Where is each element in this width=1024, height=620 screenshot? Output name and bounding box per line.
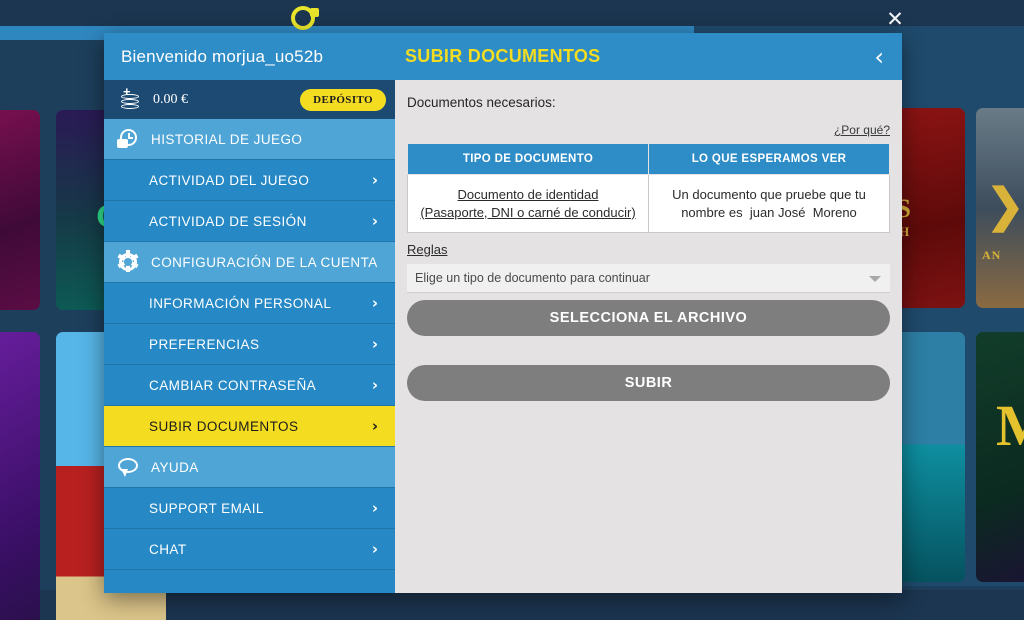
sidebar-item-informacion-personal[interactable]: INFORMACIÓN PERSONAL› (104, 283, 395, 324)
chevron-right-icon: › (372, 419, 378, 434)
game-tile[interactable]: ❯ AN (976, 108, 1024, 308)
sidebar-item-ayuda[interactable]: AYUDA (104, 447, 395, 488)
balance-row: + 0.00 € DEPÓSITO (104, 80, 395, 119)
sidebar-item-cambiar-contrasena[interactable]: CAMBIAR CONTRASEÑA› (104, 365, 395, 406)
chevron-right-icon: › (372, 296, 378, 311)
chevron-right-icon: › (372, 501, 378, 516)
sidebar-item-subir-documentos[interactable]: SUBIR DOCUMENTOS› (104, 406, 395, 447)
page-title: SUBIR DOCUMENTOS (405, 46, 874, 67)
account-modal: Bienvenido morjua_uo52b + 0.00 € DEPÓSIT… (104, 33, 902, 593)
sidebar-item-label: ACTIVIDAD DEL JUEGO (149, 173, 372, 188)
document-type-select-wrapper: Elige un tipo de documento para continua… (407, 264, 890, 293)
sidebar-item-label: SUPPORT EMAIL (149, 501, 372, 516)
welcome-message: Bienvenido morjua_uo52b (104, 33, 395, 80)
close-icon[interactable]: ✕ (884, 8, 906, 30)
upload-documents-panel: SUBIR DOCUMENTOS ‹ Documentos necesarios… (395, 33, 902, 593)
sidebar-item-support-email[interactable]: SUPPORT EMAIL› (104, 488, 395, 529)
sidebar-item-historial-de-juego[interactable]: HISTORIAL DE JUEGO (104, 119, 395, 160)
table-row: Documento de identidad(Pasaporte, DNI o … (408, 175, 890, 233)
sidebar-item-preferencias[interactable]: PREFERENCIAS› (104, 324, 395, 365)
column-header-what-we-expect: LO QUE ESPERAMOS VER (649, 144, 890, 175)
required-documents-table: TIPO DE DOCUMENTO LO QUE ESPERAMOS VER D… (407, 143, 890, 233)
game-tile[interactable]: E (0, 110, 40, 310)
cell-what-we-expect: Un documento que pruebe que tunombre es … (649, 175, 890, 233)
sidebar-item-actividad-del-juego[interactable]: ACTIVIDAD DEL JUEGO› (104, 160, 395, 201)
sidebar-item-label: ACTIVIDAD DE SESIÓN (149, 214, 372, 229)
game-tile[interactable] (0, 332, 40, 620)
column-header-document-type: TIPO DE DOCUMENTO (408, 144, 649, 175)
chevron-right-icon: › (372, 378, 378, 393)
panel-body: Documentos necesarios: ¿Por qué? TIPO DE… (395, 80, 902, 401)
sidebar-item-chat[interactable]: CHAT› (104, 529, 395, 570)
chevron-right-icon: › (372, 542, 378, 557)
sidebar-item-label: SUBIR DOCUMENTOS (149, 419, 372, 434)
chevron-right-icon: › (372, 337, 378, 352)
account-sidebar: Bienvenido morjua_uo52b + 0.00 € DEPÓSIT… (104, 33, 395, 593)
sidebar-item-configuracion-de-la-cuenta[interactable]: CONFIGURACIÓN DE LA CUENTA (104, 242, 395, 283)
casino-logo-dot-icon (310, 8, 319, 17)
table-header-row: TIPO DE DOCUMENTO LO QUE ESPERAMOS VER (408, 144, 890, 175)
sidebar-item-label: HISTORIAL DE JUEGO (151, 132, 395, 147)
sidebar-item-label: CONFIGURACIÓN DE LA CUENTA (151, 255, 395, 270)
rules-link[interactable]: Reglas (407, 242, 447, 257)
site-topbar (0, 0, 1024, 26)
sidebar-item-label: INFORMACIÓN PERSONAL (149, 296, 372, 311)
select-file-button[interactable]: SELECCIONA EL ARCHIVO (407, 300, 890, 336)
document-type-select[interactable]: Elige un tipo de documento para continua… (407, 264, 890, 293)
game-tile[interactable]: M (976, 332, 1024, 582)
sidebar-item-label: AYUDA (151, 460, 395, 475)
sidebar-item-label: CHAT (149, 542, 372, 557)
cell-document-type: Documento de identidad(Pasaporte, DNI o … (408, 175, 649, 233)
documents-required-label: Documentos necesarios: (407, 95, 890, 110)
panel-header: SUBIR DOCUMENTOS ‹ (395, 33, 902, 80)
chat-icon (117, 456, 139, 478)
sidebar-item-label: PREFERENCIAS (149, 337, 372, 352)
sidebar-item-label: CAMBIAR CONTRASEÑA (149, 378, 372, 393)
back-chevron-icon[interactable]: ‹ (874, 45, 884, 69)
balance-amount: 0.00 € (153, 92, 289, 108)
chevron-right-icon: › (372, 173, 378, 188)
deposit-button[interactable]: DEPÓSITO (300, 89, 386, 111)
clock-icon (117, 128, 139, 150)
why-link[interactable]: ¿Por qué? (407, 123, 890, 137)
upload-button[interactable]: SUBIR (407, 365, 890, 401)
gear-icon (117, 251, 139, 273)
coins-icon: + (118, 90, 142, 110)
sidebar-menu: HISTORIAL DE JUEGOACTIVIDAD DEL JUEGO›AC… (104, 119, 395, 593)
chevron-right-icon: › (372, 214, 378, 229)
sidebar-item-actividad-de-sesion[interactable]: ACTIVIDAD DE SESIÓN› (104, 201, 395, 242)
